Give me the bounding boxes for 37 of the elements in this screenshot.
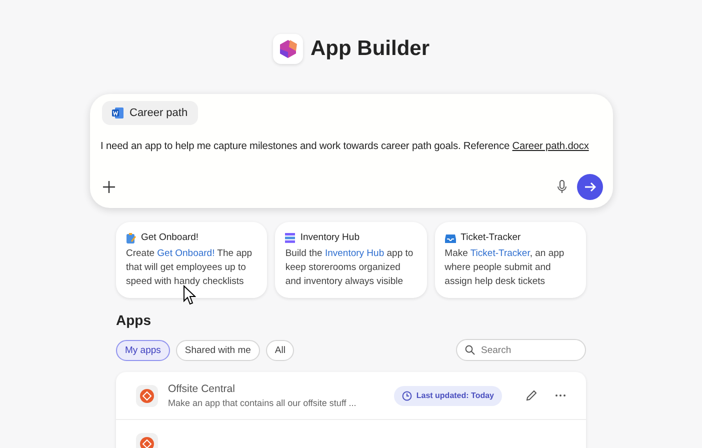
app-description: Make an app that contains all our offsite stuff ... bbox=[168, 398, 356, 408]
app-row[interactable]: Offsite Central Make an app that contains all our offsite stuff ... Last updated: Today bbox=[116, 372, 586, 420]
app-title: App Builder bbox=[310, 37, 430, 61]
prompt-box[interactable]: Career path I need an app to help me capture milestones and work towards career path goals. Reference Career path.docx bbox=[90, 94, 612, 208]
app-icon bbox=[136, 384, 158, 406]
suggestion-card[interactable]: Inventory Hub Build the Inventory Hub app to keep storerooms organized and inventory always visible bbox=[275, 222, 427, 298]
app-name: Offsite Central bbox=[168, 383, 236, 395]
search-field[interactable]: Search bbox=[456, 339, 586, 361]
add-icon[interactable] bbox=[102, 180, 116, 194]
suggestion-card[interactable]: Get Onboard! Create Get Onboard! The app that will get employees up to speed with handy checklists bbox=[116, 222, 268, 298]
inbox-icon bbox=[444, 234, 456, 242]
card-title: Get Onboard! bbox=[141, 231, 199, 245]
notepad-icon bbox=[126, 232, 136, 244]
prompt-text: I need an app to help me capture milestones and work towards career path goals. Reference Career path.docx bbox=[100, 141, 590, 152]
send-button[interactable] bbox=[576, 174, 602, 200]
filter-tab[interactable]: Shared with me bbox=[176, 340, 260, 360]
filter-tab[interactable]: All bbox=[266, 340, 294, 360]
document-icon bbox=[112, 107, 124, 119]
filter-tab[interactable]: My apps bbox=[116, 340, 170, 360]
stack-icon bbox=[285, 233, 296, 243]
arrow-icon bbox=[584, 181, 596, 193]
cursor-icon bbox=[183, 285, 196, 305]
card-title: Ticket-Tracker bbox=[460, 231, 521, 245]
file-link[interactable]: Career path.docx bbox=[512, 141, 589, 152]
card-description: Build the Inventory Hub app to keep storerooms organized and inventory always visible bbox=[285, 247, 414, 289]
edit-icon[interactable] bbox=[526, 390, 537, 401]
suggestion-card[interactable]: Ticket-Tracker Make Ticket-Tracker, an app where people submit and assign help desk tickets bbox=[434, 222, 586, 298]
card-description: Create Get Onboard! The app that will get employees up to speed with handy checklists bbox=[126, 247, 254, 289]
card-title: Inventory Hub bbox=[300, 231, 360, 245]
clock-icon bbox=[402, 390, 412, 400]
microphone-icon[interactable] bbox=[556, 180, 566, 194]
section-heading: Apps bbox=[116, 312, 152, 328]
attachment-chip[interactable]: Career path bbox=[102, 101, 198, 125]
card-description: Make Ticket-Tracker, an app where people submit and assign help desk tickets bbox=[444, 247, 566, 289]
status-badge: Last updated: Today bbox=[394, 386, 502, 406]
app-logo bbox=[272, 34, 302, 64]
more-icon[interactable] bbox=[555, 394, 566, 397]
